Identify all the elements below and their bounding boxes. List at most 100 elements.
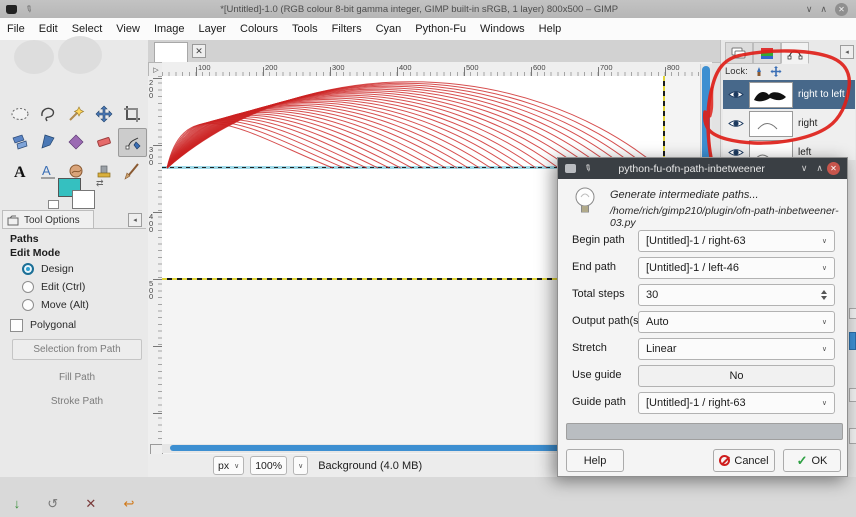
paths-icon xyxy=(787,50,803,59)
cancel-button[interactable]: Cancel xyxy=(713,449,775,472)
menu-file[interactable]: File xyxy=(0,23,32,35)
field-begin-path: Begin path [Untitled]-1 / right-63 ∨ xyxy=(558,230,847,252)
menu-layer[interactable]: Layer xyxy=(192,23,234,35)
spin-up-icon[interactable] xyxy=(821,290,827,294)
hruler-label: 300 xyxy=(332,63,345,72)
vruler-label: 4 0 0 xyxy=(149,212,154,234)
spin-down-icon[interactable] xyxy=(821,296,827,300)
path-thumbnail[interactable] xyxy=(749,110,793,137)
dialog-maximize-icon[interactable]: ∧ xyxy=(816,163,823,174)
menu-python-fu[interactable]: Python-Fu xyxy=(408,23,473,35)
menu-image[interactable]: Image xyxy=(147,23,192,35)
dialog-titlebar[interactable]: ✎ python-fu-ofn-path-inbetweener ∨ ∧ ✕ xyxy=(558,158,847,179)
save-preset-icon[interactable]: ↓ xyxy=(14,496,21,511)
menu-windows[interactable]: Windows xyxy=(473,23,532,35)
radio-edit-circle[interactable] xyxy=(22,281,34,293)
hruler-label: 500 xyxy=(466,63,479,72)
reset-colors-icon[interactable] xyxy=(48,200,59,209)
chevron-down-icon: ∨ xyxy=(821,319,827,326)
polygonal-checkbox[interactable] xyxy=(10,318,23,332)
maximize-icon[interactable]: ∧ xyxy=(820,4,827,15)
menu-help[interactable]: Help xyxy=(532,23,569,35)
paths-tool[interactable] xyxy=(118,128,147,157)
tab-paths[interactable] xyxy=(781,42,809,64)
help-button[interactable]: Help xyxy=(566,449,624,472)
delete-preset-icon[interactable]: ✕ xyxy=(85,496,96,512)
end-path-select[interactable]: [Untitled]-1 / left-46 ∨ xyxy=(638,257,835,279)
dialog-close-icon[interactable]: ✕ xyxy=(827,162,840,175)
shear-tool[interactable] xyxy=(6,128,33,155)
path-name[interactable]: right to left xyxy=(798,89,845,100)
swap-colors-icon[interactable]: ⇄ xyxy=(96,178,104,189)
toolbox-footer: ↓ ↺ ✕ ↩ xyxy=(0,490,148,517)
background-color-swatch[interactable] xyxy=(72,190,95,209)
field-output-paths: Output path(s) Auto ∨ xyxy=(558,311,847,333)
visibility-eye-icon[interactable] xyxy=(723,118,749,129)
menu-select[interactable]: Select xyxy=(65,23,110,35)
eraser-tool[interactable] xyxy=(90,128,117,155)
use-guide-toggle[interactable]: No xyxy=(638,365,835,387)
menu-cyan[interactable]: Cyan xyxy=(369,23,409,35)
tab-layers[interactable] xyxy=(725,42,753,64)
selection-from-path-button[interactable]: Selection from Path xyxy=(12,339,142,360)
total-steps-input[interactable]: 30 xyxy=(638,284,835,306)
field-use-guide: Use guide No xyxy=(558,365,847,387)
reset-icon[interactable]: ↩ xyxy=(123,496,134,512)
close-icon[interactable]: ✕ xyxy=(835,2,848,16)
perspective-tool[interactable] xyxy=(34,128,61,155)
path-row-right[interactable]: right xyxy=(723,109,855,139)
radio-move[interactable]: Move (Alt) xyxy=(22,298,89,312)
ellipse-select-tool[interactable] xyxy=(6,100,33,127)
path-thumbnail[interactable] xyxy=(749,81,793,108)
radio-design-circle[interactable] xyxy=(22,263,34,275)
stretch-select[interactable]: Linear ∨ xyxy=(638,338,835,360)
polygonal-checkbox-row[interactable]: Polygonal xyxy=(10,318,76,332)
canvas-tab[interactable] xyxy=(154,42,188,63)
zoom-select[interactable]: 100% xyxy=(250,456,288,475)
path-name[interactable]: right xyxy=(798,118,817,129)
paintbrush-tool[interactable] xyxy=(118,157,145,184)
output-paths-select[interactable]: Auto ∨ xyxy=(638,311,835,333)
stroke-path-button[interactable]: Stroke Path xyxy=(12,391,142,412)
restore-preset-icon[interactable]: ↺ xyxy=(47,496,58,512)
crop-tool[interactable] xyxy=(118,100,145,127)
lock-position-icon[interactable] xyxy=(770,66,782,77)
app-icon xyxy=(6,4,17,14)
dialog-script-path: /home/rich/gimp210/plugin/ofn-path-inbet… xyxy=(610,205,839,229)
fuzzy-select-tool[interactable] xyxy=(62,100,89,127)
visibility-eye-icon[interactable] xyxy=(723,89,749,100)
tool-options-menu-icon[interactable]: ◂ xyxy=(128,213,142,227)
measure-tool[interactable]: A xyxy=(34,157,61,184)
begin-path-select[interactable]: [Untitled]-1 / right-63 ∨ xyxy=(638,230,835,252)
menu-edit[interactable]: Edit xyxy=(32,23,65,35)
radio-move-circle[interactable] xyxy=(22,299,34,311)
dock-menu-icon[interactable]: ◂ xyxy=(840,45,854,59)
path-row-right-to-left[interactable]: right to left xyxy=(723,80,855,110)
cancel-icon xyxy=(719,455,731,466)
hruler-label: 800 xyxy=(667,63,680,72)
dock-edge-widget xyxy=(849,428,856,444)
menu-view[interactable]: View xyxy=(109,23,147,35)
unit-select[interactable]: px ∨ xyxy=(213,456,245,475)
free-select-tool[interactable] xyxy=(34,100,61,127)
tab-channels[interactable] xyxy=(753,42,781,64)
lock-pixels-icon[interactable] xyxy=(754,66,764,77)
tab-tool-options[interactable]: Tool Options xyxy=(2,210,94,229)
tab-close-icon[interactable]: ✕ xyxy=(192,44,206,58)
zoom-dropdown-button[interactable]: ∨ xyxy=(293,456,309,475)
move-tool[interactable] xyxy=(90,100,117,127)
ok-button[interactable]: ✓ OK xyxy=(783,449,841,472)
gradient-tool[interactable] xyxy=(62,128,89,155)
guide-path-select[interactable]: [Untitled]-1 / right-63 ∨ xyxy=(638,392,835,414)
menu-tools[interactable]: Tools xyxy=(285,23,325,35)
dock-edge-strip xyxy=(848,160,856,477)
layers-icon xyxy=(731,47,746,58)
minimize-icon[interactable]: ∨ xyxy=(806,4,813,15)
fill-path-button[interactable]: Fill Path xyxy=(12,367,142,388)
dialog-minimize-icon[interactable]: ∨ xyxy=(801,163,808,174)
radio-edit[interactable]: Edit (Ctrl) xyxy=(22,280,85,294)
radio-design[interactable]: Design xyxy=(22,262,74,276)
text-tool[interactable]: A xyxy=(6,157,33,184)
menu-filters[interactable]: Filters xyxy=(325,23,369,35)
menu-colours[interactable]: Colours xyxy=(233,23,285,35)
